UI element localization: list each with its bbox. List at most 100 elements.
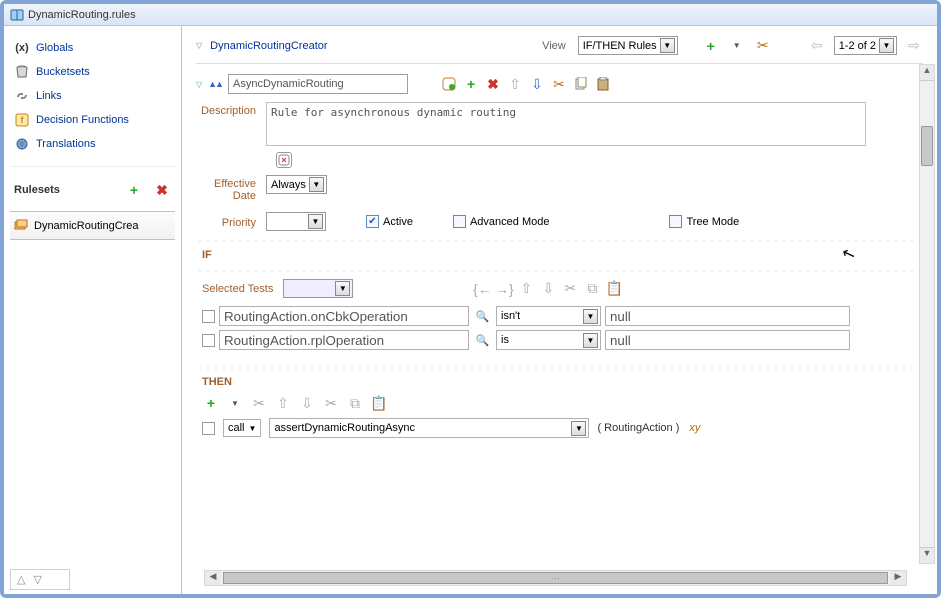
separator — [196, 237, 923, 243]
lhs-input[interactable] — [219, 306, 469, 326]
down-arrow-icon[interactable]: ⇩ — [539, 280, 557, 298]
add-icon[interactable]: + — [462, 75, 480, 93]
nav-links[interactable]: Links — [10, 84, 175, 108]
down-arrow-icon[interactable]: ⇩ — [528, 75, 546, 93]
rhs-input[interactable] — [605, 306, 850, 326]
copy-icon[interactable] — [572, 75, 590, 93]
copy-icon[interactable]: ⧉ — [346, 394, 364, 412]
effective-date-select[interactable]: Always ▼ — [266, 175, 327, 194]
up-arrow-icon[interactable]: ⇧ — [274, 394, 292, 412]
ruleset-item[interactable]: DynamicRoutingCrea — [10, 211, 175, 240]
delete-icon[interactable]: ✖ — [484, 75, 502, 93]
paste-icon[interactable]: 📋 — [605, 280, 623, 298]
selected-tests-select[interactable]: ▼ — [283, 279, 353, 298]
rule-toolbar: + ✖ ⇧ ⇩ ✂ — [440, 75, 612, 93]
active-checkbox[interactable]: ✔ Active — [366, 215, 413, 228]
down-triangle-icon[interactable]: ▽ — [33, 573, 41, 586]
row-checkbox[interactable] — [202, 334, 215, 347]
nav-label: Globals — [36, 42, 73, 54]
nav-label: Decision Functions — [36, 114, 129, 126]
prev-page-icon[interactable]: ⇦ — [808, 37, 826, 55]
operator-value: isn't — [501, 310, 580, 322]
action-select[interactable]: assertDynamicRoutingAsync ▼ — [269, 418, 589, 438]
nav-translations[interactable]: Translations — [10, 132, 175, 156]
scroll-left-icon[interactable]: ◀ — [205, 571, 221, 585]
indent-icon[interactable]: {← — [473, 280, 491, 298]
operator-select[interactable]: isn't ▼ — [496, 306, 601, 326]
priority-label: Priority — [196, 214, 266, 229]
cut2-icon[interactable]: ✂ — [322, 394, 340, 412]
nav-label: Translations — [36, 138, 96, 150]
down-arrow-icon[interactable]: ⇩ — [298, 394, 316, 412]
checkbox-icon: ✔ — [366, 215, 379, 228]
link-icon — [14, 88, 30, 104]
scroll-thumb[interactable] — [921, 126, 933, 166]
pager-select[interactable]: 1-2 of 2 ▼ — [834, 36, 897, 55]
scroll-right-icon[interactable]: ▶ — [890, 571, 906, 585]
cut-icon[interactable]: ✂ — [250, 394, 268, 412]
priority-select[interactable]: ▼ — [266, 212, 326, 231]
scroll-up-icon[interactable]: ▲ — [920, 65, 934, 81]
view-select[interactable]: IF/THEN Rules ▼ — [578, 36, 678, 55]
up-arrow-icon[interactable]: ⇧ — [517, 280, 535, 298]
test-toolbar: {← →} ⇧ ⇩ ✂ ⧉ 📋 — [473, 280, 623, 298]
outdent-icon[interactable]: →} — [495, 280, 513, 298]
row-checkbox[interactable] — [202, 310, 215, 323]
paste-icon[interactable] — [594, 75, 612, 93]
up-triangle-icon[interactable]: △ — [17, 573, 25, 586]
test-row: 🔍 is ▼ — [202, 330, 923, 350]
nav-bucketsets[interactable]: Bucketsets — [10, 60, 175, 84]
rhs-input[interactable] — [605, 330, 850, 350]
copy-icon[interactable]: ⧉ — [583, 280, 601, 298]
nav-label: Bucketsets — [36, 66, 90, 78]
rule-name-row: ▽ ▲▲ + ✖ ⇧ ⇩ ✂ — [196, 74, 923, 94]
run-icon[interactable] — [440, 75, 458, 93]
horizontal-scrollbar[interactable]: ◀ ··· ▶ — [204, 570, 907, 586]
xy-icon[interactable]: xy — [687, 420, 702, 436]
clear-description-icon[interactable] — [276, 152, 292, 168]
nav-label: Links — [36, 90, 62, 102]
description-row: Description Rule for asynchronous dynami… — [196, 102, 923, 146]
tree-label: Tree Mode — [686, 216, 739, 228]
checkbox-icon — [453, 215, 466, 228]
checkbox-icon — [669, 215, 682, 228]
active-label: Active — [383, 216, 413, 228]
add-action-icon[interactable]: + — [202, 394, 220, 412]
effective-date-row: Effective Date Always ▼ — [196, 175, 923, 202]
add-rule-menu-icon[interactable]: ▼ — [728, 37, 746, 55]
search-icon[interactable]: 🔍 — [473, 310, 492, 323]
paste-icon[interactable]: 📋 — [370, 394, 388, 412]
scroll-down-icon[interactable]: ▼ — [920, 547, 934, 563]
action-args: ( RoutingAction ) — [597, 422, 679, 434]
nav-decision-functions[interactable]: f Decision Functions — [10, 108, 175, 132]
lhs-input[interactable] — [219, 330, 469, 350]
delete-ruleset-icon[interactable]: ✖ — [153, 181, 171, 199]
tree-mode-checkbox[interactable]: Tree Mode — [669, 215, 739, 228]
then-header: THEN — [202, 376, 923, 388]
advanced-mode-checkbox[interactable]: Advanced Mode — [453, 215, 550, 228]
description-input[interactable]: Rule for asynchronous dynamic routing — [266, 102, 866, 146]
advanced-label: Advanced Mode — [470, 216, 550, 228]
cut-icon[interactable]: ✂ — [561, 280, 579, 298]
add-ruleset-icon[interactable]: + — [125, 181, 143, 199]
cut-icon[interactable]: ✂ — [550, 75, 568, 93]
expand-icon[interactable]: ▽ — [196, 41, 202, 50]
rule-name-input[interactable] — [228, 74, 408, 94]
cut-icon[interactable]: ✂ — [754, 37, 772, 55]
expand-icon[interactable]: ▽ — [196, 80, 202, 89]
view-value: IF/THEN Rules — [583, 40, 657, 52]
up-arrow-icon[interactable]: ⇧ — [506, 75, 524, 93]
content-area: ▽ DynamicRoutingCreator View IF/THEN Rul… — [182, 26, 937, 594]
description-label: Description — [196, 102, 266, 117]
next-page-icon[interactable]: ⇨ — [905, 37, 923, 55]
collapse-icon[interactable]: ▲▲ — [208, 79, 222, 89]
scroll-thumb[interactable]: ··· — [223, 572, 888, 584]
operator-select[interactable]: is ▼ — [496, 330, 601, 350]
add-rule-icon[interactable]: + — [702, 37, 720, 55]
call-select[interactable]: call ▼ — [223, 419, 261, 437]
vertical-scrollbar[interactable]: ▲ ▼ — [919, 64, 935, 564]
row-checkbox[interactable] — [202, 422, 215, 435]
search-icon[interactable]: 🔍 — [473, 334, 492, 347]
add-action-menu-icon[interactable]: ▼ — [226, 394, 244, 412]
nav-globals[interactable]: (x) Globals — [10, 36, 175, 60]
